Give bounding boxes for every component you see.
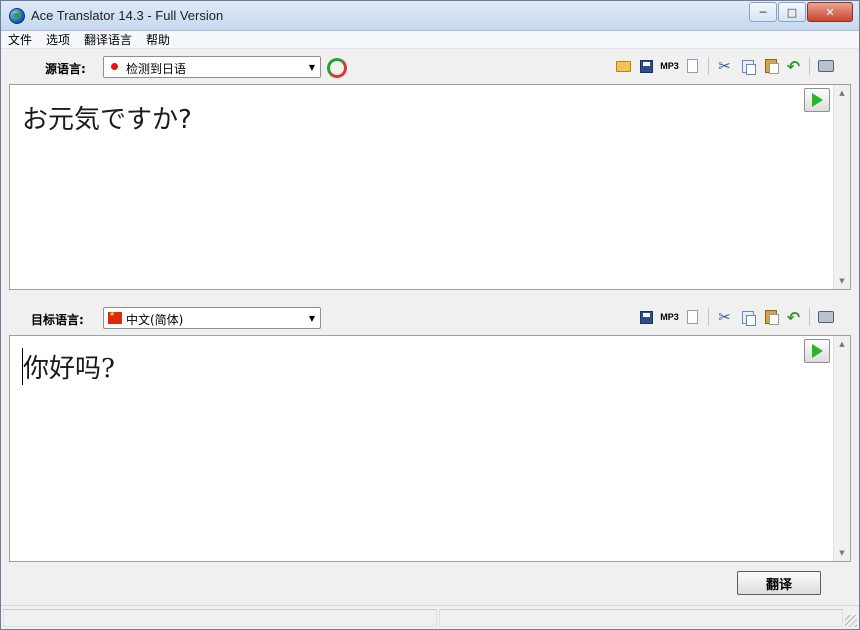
new-document-icon[interactable] <box>682 55 703 77</box>
print-icon[interactable] <box>815 55 836 77</box>
target-scrollbar[interactable]: ▲ ▼ <box>833 336 850 561</box>
menu-file[interactable]: 文件 <box>1 31 39 48</box>
target-language-select[interactable]: 中文(简体) ▼ <box>103 307 321 329</box>
action-bar: 翻译 <box>1 562 859 604</box>
target-language-value: 中文(简体) <box>126 313 184 327</box>
toolbar-separator <box>809 308 810 326</box>
chevron-down-icon[interactable]: ▼ <box>304 308 320 328</box>
mp3-icon[interactable]: MP3 <box>659 55 680 77</box>
target-text-area[interactable]: 你好吗? ▲ ▼ <box>9 335 851 562</box>
print-icon[interactable] <box>815 306 836 328</box>
window-title: Ace Translator 14.3 - Full Version <box>31 8 224 23</box>
target-toolbar: 目标语言: 中文(简体) ▼ MP3 ✂ ↶ <box>1 301 859 335</box>
close-button[interactable]: ✕ <box>807 2 853 22</box>
source-language-value: 检测到日语 <box>126 62 187 76</box>
undo-icon[interactable]: ↶ <box>783 306 804 328</box>
source-text: お元気ですか? <box>22 105 192 135</box>
resize-grip-icon[interactable] <box>845 615 857 627</box>
toolbar-separator <box>708 308 709 326</box>
source-language-label: 源语言: <box>45 62 86 76</box>
target-toolbar-icons: MP3 ✂ ↶ <box>636 306 836 328</box>
menu-translate-language[interactable]: 翻译语言 <box>77 31 139 48</box>
status-cell-secondary <box>439 609 843 627</box>
cn-flag-icon <box>108 310 122 324</box>
new-document-icon[interactable] <box>682 306 703 328</box>
mp3-icon[interactable]: MP3 <box>659 306 680 328</box>
copy-icon[interactable] <box>737 306 758 328</box>
source-toolbar-icons: MP3 ✂ ↶ <box>613 55 836 77</box>
maximize-button[interactable]: □ <box>778 2 806 22</box>
open-folder-icon[interactable] <box>613 55 634 77</box>
target-text: 你好吗? <box>22 348 115 385</box>
source-language-select[interactable]: 检测到日语 ▼ <box>103 56 321 78</box>
window-controls: ─ □ ✕ <box>749 2 853 22</box>
toolbar-separator <box>809 57 810 75</box>
save-icon[interactable] <box>636 55 657 77</box>
menu-help[interactable]: 帮助 <box>139 31 177 48</box>
source-text-area[interactable]: お元気ですか? ▲ ▼ <box>9 84 851 290</box>
undo-icon[interactable]: ↶ <box>783 55 804 77</box>
save-icon[interactable] <box>636 306 657 328</box>
cut-icon[interactable]: ✂ <box>714 306 735 328</box>
menu-options[interactable]: 选项 <box>39 31 77 48</box>
copy-icon[interactable] <box>737 55 758 77</box>
paste-icon[interactable] <box>760 306 781 328</box>
paste-icon[interactable] <box>760 55 781 77</box>
globe-app-icon <box>9 8 25 24</box>
scroll-up-icon[interactable]: ▲ <box>834 336 850 352</box>
title-bar[interactable]: Ace Translator 14.3 - Full Version ─ □ ✕ <box>1 1 859 31</box>
swap-languages-icon[interactable] <box>327 58 347 78</box>
speak-target-button[interactable] <box>804 339 830 363</box>
play-icon <box>811 93 823 107</box>
cut-icon[interactable]: ✂ <box>714 55 735 77</box>
status-cell-main <box>3 609 437 627</box>
menu-bar: 文件 选项 翻译语言 帮助 <box>1 31 859 49</box>
scroll-down-icon[interactable]: ▼ <box>834 273 850 289</box>
play-icon <box>811 344 823 358</box>
scroll-up-icon[interactable]: ▲ <box>834 85 850 101</box>
chevron-down-icon[interactable]: ▼ <box>304 57 320 77</box>
minimize-button[interactable]: ─ <box>749 2 777 22</box>
app-window: Ace Translator 14.3 - Full Version ─ □ ✕… <box>0 0 860 630</box>
toolbar-separator <box>708 57 709 75</box>
status-bar <box>1 605 859 629</box>
speak-source-button[interactable] <box>804 88 830 112</box>
scroll-down-icon[interactable]: ▼ <box>834 545 850 561</box>
translate-button[interactable]: 翻译 <box>737 571 821 595</box>
target-language-label: 目标语言: <box>31 313 84 327</box>
source-scrollbar[interactable]: ▲ ▼ <box>833 85 850 289</box>
jp-flag-icon <box>108 61 122 73</box>
source-toolbar: 源语言: 检测到日语 ▼ MP3 ✂ ↶ <box>1 50 859 84</box>
